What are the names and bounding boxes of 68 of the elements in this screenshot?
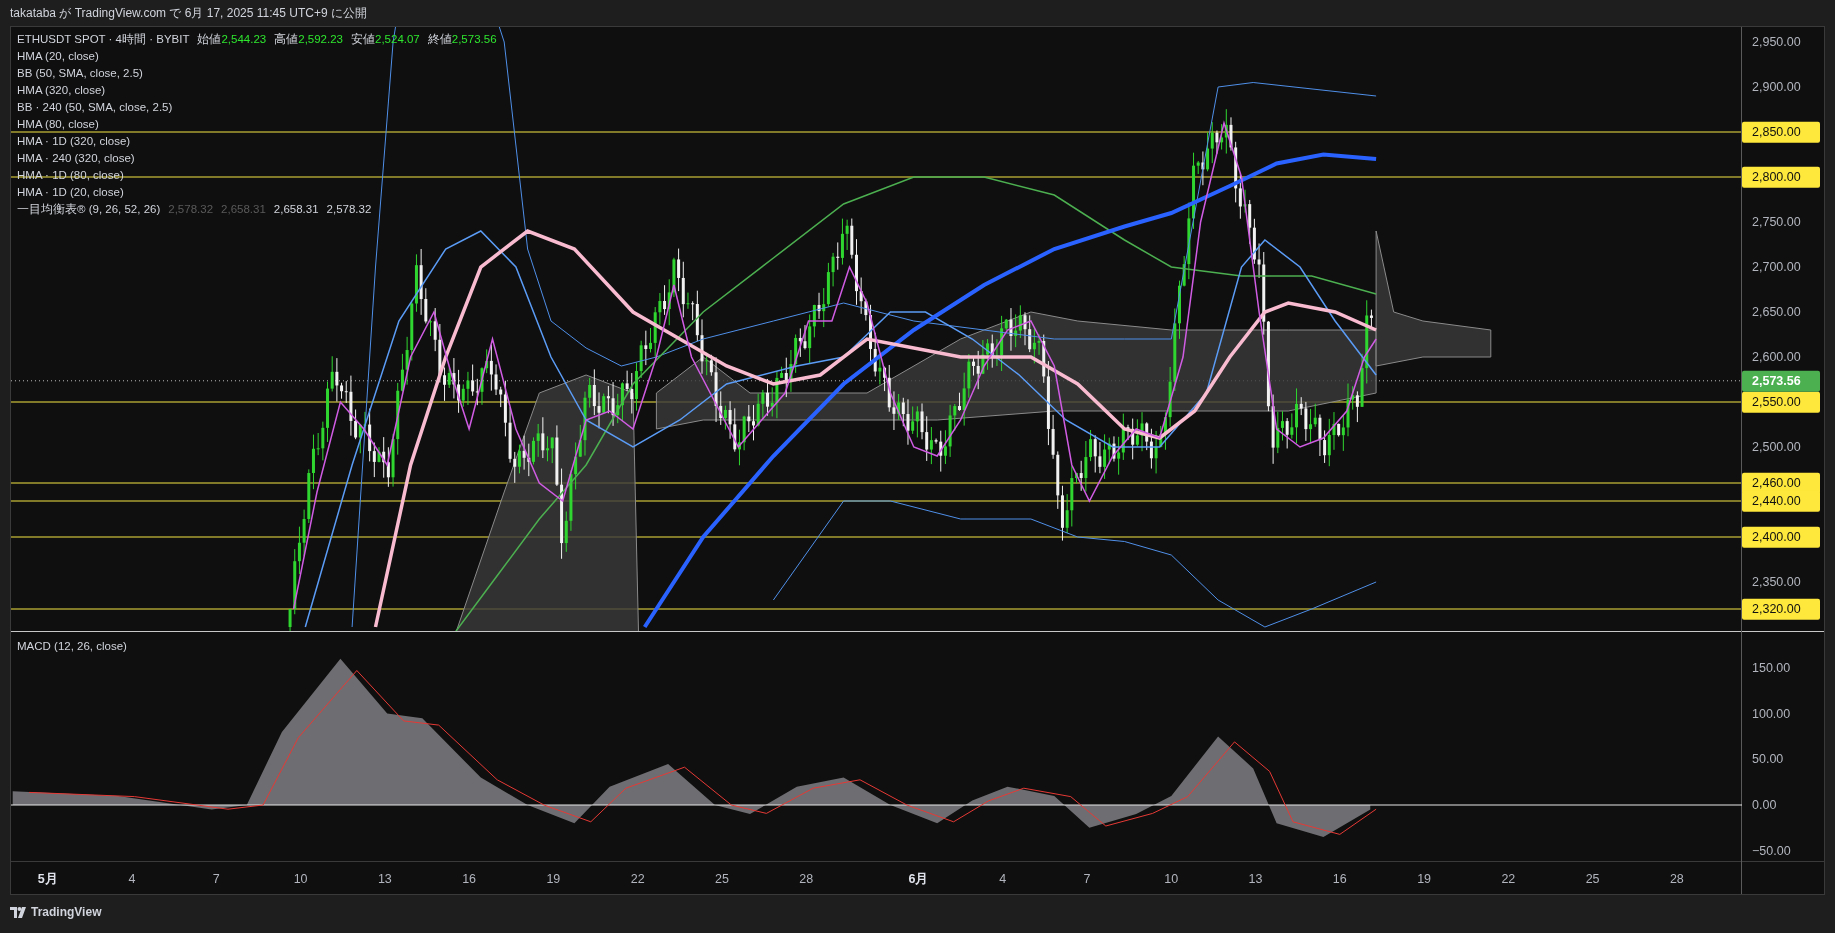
indicator-label: HMA (80, close) xyxy=(17,117,100,132)
price-tick-label: 2,750.00 xyxy=(1752,213,1801,231)
price-level-tag: 2,440.00 xyxy=(1742,490,1820,512)
ohlc-label: 始値 xyxy=(197,32,222,47)
time-tick-label: 4 xyxy=(999,871,1007,888)
ohlc-value: 2,524.07 xyxy=(375,32,420,47)
macd-tick-label: −50.00 xyxy=(1752,842,1791,860)
time-tick-label: 6月 xyxy=(908,871,929,888)
time-tick-label: 25 xyxy=(1585,871,1600,888)
ohlc-value: 2,544.23 xyxy=(221,32,267,47)
ohlc-label: 終値 xyxy=(427,32,452,47)
indicator-label: HMA (20, close) xyxy=(17,49,100,64)
indicator-value: 2,658.31 xyxy=(273,202,319,217)
indicator-value: 2,658.31 xyxy=(221,202,266,217)
time-tick-label: 28 xyxy=(1669,871,1684,888)
indicator-label: HMA · 240 (320, close) xyxy=(17,151,136,166)
indicator-value: 2,578.32 xyxy=(168,202,214,217)
price-level-tag: 2,320.00 xyxy=(1742,598,1820,620)
time-tick-label: 22 xyxy=(630,871,645,888)
price-tick-label: 2,500.00 xyxy=(1752,438,1801,456)
time-tick-label: 10 xyxy=(1164,871,1179,888)
time-tick-label: 28 xyxy=(799,871,814,888)
indicator-label: BB · 240 (50, SMA, close, 2.5) xyxy=(17,100,174,115)
time-tick-label: 16 xyxy=(1332,871,1347,888)
price-level-tag: 2,850.00 xyxy=(1742,121,1820,143)
time-tick-label: 16 xyxy=(462,871,477,888)
current-price-tag: 2,573.56 xyxy=(1742,370,1820,392)
brand-name: TradingView xyxy=(31,904,102,921)
time-tick-label: 7 xyxy=(212,871,220,888)
indicator-label: BB (50, SMA, close, 2.5) xyxy=(17,66,144,81)
time-tick-label: 4 xyxy=(128,871,136,888)
price-tick-label: 2,950.00 xyxy=(1752,33,1801,51)
price-tick-label: 2,600.00 xyxy=(1752,348,1801,366)
time-tick-label: 5月 xyxy=(37,871,58,888)
ohlc-value: 2,592.23 xyxy=(298,32,343,47)
time-tick-label: 7 xyxy=(1083,871,1091,888)
price-level-tag: 2,400.00 xyxy=(1742,526,1820,548)
indicator-value: 2,578.32 xyxy=(326,202,372,217)
price-tick-label: 2,350.00 xyxy=(1752,573,1801,591)
macd-title: MACD (12, 26, close) xyxy=(17,639,127,654)
time-tick-label: 10 xyxy=(293,871,308,888)
indicator-label: HMA · 1D (20, close) xyxy=(17,185,125,200)
macd-tick-label: 150.00 xyxy=(1752,659,1791,677)
publish-info: takataba が TradingView.com で 6月 17, 2025 11:45 UTC+9 に公開 xyxy=(10,5,367,22)
ohlc-label: 安値 xyxy=(351,32,375,47)
macd-tick-label: 0.00 xyxy=(1752,796,1777,814)
indicator-label: HMA · 1D (80, close) xyxy=(17,168,125,183)
time-tick-label: 19 xyxy=(1417,871,1432,888)
macd-tick-label: 100.00 xyxy=(1752,705,1791,723)
ohlc-label: 高値 xyxy=(274,32,299,47)
price-tick-label: 2,700.00 xyxy=(1752,258,1801,276)
price-level-tag: 2,460.00 xyxy=(1742,472,1820,494)
indicator-label: HMA · 1D (320, close) xyxy=(17,134,132,149)
price-tick-label: 2,650.00 xyxy=(1752,303,1801,321)
indicator-label: 一目均衡表® (9, 26, 52, 26) xyxy=(17,202,161,217)
indicator-label: HMA (320, close) xyxy=(17,83,107,98)
time-tick-label: 13 xyxy=(1248,871,1263,888)
time-tick-label: 13 xyxy=(377,871,392,888)
price-level-tag: 2,800.00 xyxy=(1742,166,1820,188)
macd-tick-label: 50.00 xyxy=(1752,750,1784,768)
time-tick-label: 19 xyxy=(546,871,561,888)
price-level-tag: 2,550.00 xyxy=(1742,391,1820,413)
logo-icon xyxy=(10,906,27,918)
time-tick-label: 25 xyxy=(714,871,729,888)
price-tick-label: 2,900.00 xyxy=(1752,78,1801,96)
time-tick-label: 22 xyxy=(1501,871,1516,888)
ohlc-value: 2,573.56 xyxy=(451,32,497,47)
symbol-title: ETHUSDT SPOT · 4時間 · BYBIT xyxy=(17,32,190,47)
